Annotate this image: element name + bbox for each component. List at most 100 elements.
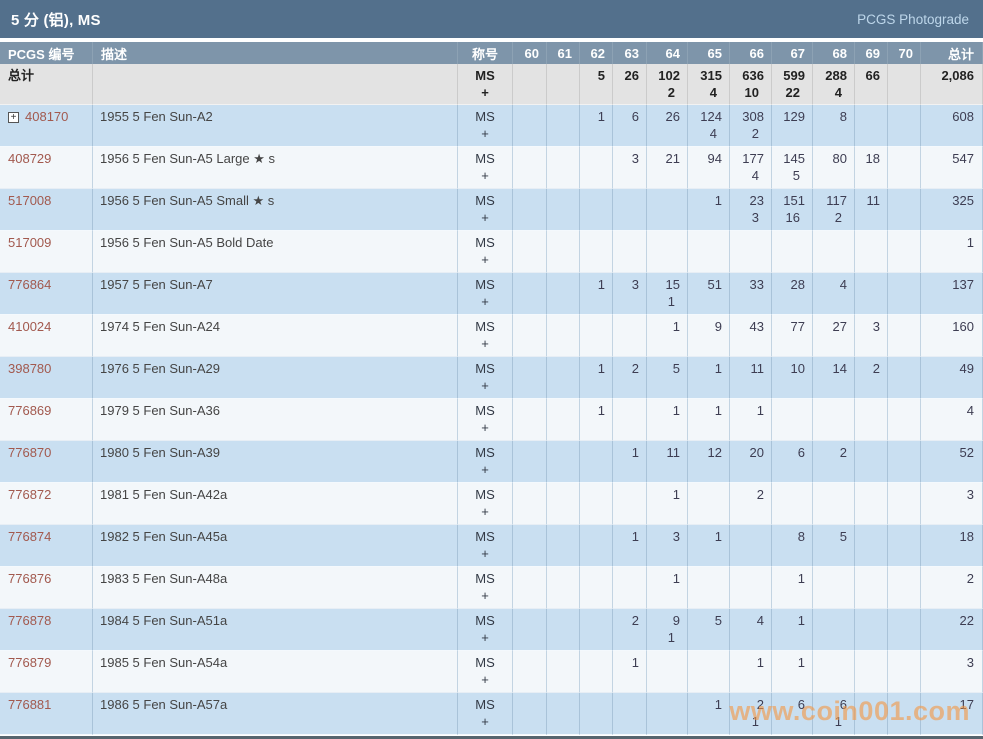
designation-ms: MS bbox=[458, 234, 512, 251]
grade-count: 1 bbox=[695, 192, 722, 209]
designation-ms: MS bbox=[458, 192, 512, 209]
coin-description: 1955 5 Fen Sun-A2 bbox=[93, 105, 458, 147]
pcgs-number-cell: 410024 bbox=[0, 315, 93, 357]
grade-count: 2 bbox=[737, 696, 764, 713]
grade-count: 117 bbox=[820, 192, 847, 209]
designation-ms: MS bbox=[458, 150, 512, 167]
grade-cell: 11 bbox=[855, 189, 888, 231]
row-total: 52 bbox=[921, 441, 983, 483]
pcgs-number-link[interactable]: 776876 bbox=[8, 571, 51, 586]
pcgs-number-link[interactable]: 408729 bbox=[8, 151, 51, 166]
pcgs-number-link[interactable]: 776878 bbox=[8, 613, 51, 628]
grade-cell: 5 bbox=[647, 357, 688, 399]
pcgs-number-link[interactable]: 776870 bbox=[8, 445, 51, 460]
description-column-header: 描述 bbox=[93, 42, 458, 64]
coin-description: 1956 5 Fen Sun-A5 Small ★ s bbox=[93, 189, 458, 231]
grade-count: 9 bbox=[654, 612, 680, 629]
grade-cell bbox=[513, 231, 547, 273]
grade-cell bbox=[580, 567, 613, 609]
pcgs-number-link[interactable]: 517009 bbox=[8, 235, 51, 250]
pcgs-number-link[interactable]: 776881 bbox=[8, 697, 51, 712]
grade-count: 27 bbox=[820, 318, 847, 335]
total-column-header: 总计 bbox=[921, 42, 983, 64]
grade-cell: 51 bbox=[688, 273, 730, 315]
grade-cell bbox=[513, 357, 547, 399]
grade-column-header: 63 bbox=[613, 42, 647, 64]
grade-cell bbox=[513, 105, 547, 147]
grade-cell bbox=[688, 231, 730, 273]
pcgs-number-link[interactable]: 517008 bbox=[8, 193, 51, 208]
designation-plus: + bbox=[458, 545, 512, 562]
photograde-link[interactable]: PCGS Photograde bbox=[857, 12, 969, 27]
designation-plus: + bbox=[458, 419, 512, 436]
grade-column-header: 62 bbox=[580, 42, 613, 64]
grade-cell: 3 bbox=[613, 147, 647, 189]
grade-count: 1 bbox=[779, 654, 805, 671]
grade-cell: 1 bbox=[688, 525, 730, 567]
table-row: 776870 1980 5 Fen Sun-A39 MS + 1 11 12 2… bbox=[0, 441, 983, 483]
grade-cell: 43 bbox=[730, 315, 772, 357]
grade-count: 5 bbox=[587, 67, 605, 84]
pcgs-number-link[interactable]: 398780 bbox=[8, 361, 51, 376]
grade-cell bbox=[855, 441, 888, 483]
expand-icon[interactable]: + bbox=[8, 112, 19, 123]
pcgs-number-link[interactable]: 776872 bbox=[8, 487, 51, 502]
pcgs-number-cell: 408729 bbox=[0, 147, 93, 189]
pcgs-number-link[interactable]: 410024 bbox=[8, 319, 51, 334]
plus-count: 4 bbox=[737, 167, 764, 184]
designation-cell: MS + bbox=[458, 609, 513, 651]
pcgs-number-link[interactable]: 总计 bbox=[8, 68, 34, 83]
grade-cell bbox=[580, 315, 613, 357]
designation-cell: MS + bbox=[458, 189, 513, 231]
designation-plus: + bbox=[458, 461, 512, 478]
designation-ms: MS bbox=[458, 318, 512, 335]
grade-cell: 2 bbox=[855, 357, 888, 399]
pcgs-number-cell: 776876 bbox=[0, 567, 93, 609]
designation-plus: + bbox=[458, 125, 512, 142]
coin-description bbox=[93, 64, 458, 105]
grade-cell: 80 bbox=[813, 147, 855, 189]
grade-column-header: 69 bbox=[855, 42, 888, 64]
grade-cell bbox=[888, 609, 921, 651]
coin-description: 1956 5 Fen Sun-A5 Large ★ s bbox=[93, 147, 458, 189]
grade-cell bbox=[888, 273, 921, 315]
grade-count: 5 bbox=[820, 528, 847, 545]
grade-count: 288 bbox=[820, 67, 847, 84]
pcgs-number-link[interactable]: 776879 bbox=[8, 655, 51, 670]
grade-count: 21 bbox=[654, 150, 680, 167]
table-row: 总计 MS + 5 26 1022 3154 63610 59922 2884 … bbox=[0, 64, 983, 105]
pcgs-number-cell: 776864 bbox=[0, 273, 93, 315]
grade-cell bbox=[547, 357, 580, 399]
pcgs-number-link[interactable]: 776869 bbox=[8, 403, 51, 418]
grade-count: 11 bbox=[654, 444, 680, 461]
grade-count: 6 bbox=[779, 444, 805, 461]
pcgs-number-link[interactable]: 776874 bbox=[8, 529, 51, 544]
grade-count: 1 bbox=[654, 570, 680, 587]
grade-count: 14 bbox=[820, 360, 847, 377]
grade-cell bbox=[547, 399, 580, 441]
grade-cell bbox=[888, 105, 921, 147]
grade-cell: 8 bbox=[813, 105, 855, 147]
grade-count: 43 bbox=[737, 318, 764, 335]
grade-cell bbox=[888, 525, 921, 567]
grade-cell: 1 bbox=[647, 315, 688, 357]
designation-ms: MS bbox=[458, 67, 512, 84]
grade-count: 1 bbox=[737, 402, 764, 419]
grade-cell: 2884 bbox=[813, 64, 855, 105]
grade-cell: 1 bbox=[730, 651, 772, 693]
grade-cell bbox=[547, 693, 580, 735]
pcgs-number-link[interactable]: 408170 bbox=[25, 109, 68, 124]
grade-cell bbox=[888, 567, 921, 609]
grade-count: 1 bbox=[587, 108, 605, 125]
grade-cell: 63610 bbox=[730, 64, 772, 105]
grade-cell bbox=[613, 693, 647, 735]
grade-count: 6 bbox=[620, 108, 639, 125]
grade-cell bbox=[613, 231, 647, 273]
grade-count: 9 bbox=[695, 318, 722, 335]
grade-cell bbox=[513, 651, 547, 693]
designation-plus: + bbox=[458, 209, 512, 226]
grade-cell: 91 bbox=[647, 609, 688, 651]
pcgs-number-link[interactable]: 776864 bbox=[8, 277, 51, 292]
designation-cell: MS + bbox=[458, 399, 513, 441]
grade-count: 3 bbox=[654, 528, 680, 545]
